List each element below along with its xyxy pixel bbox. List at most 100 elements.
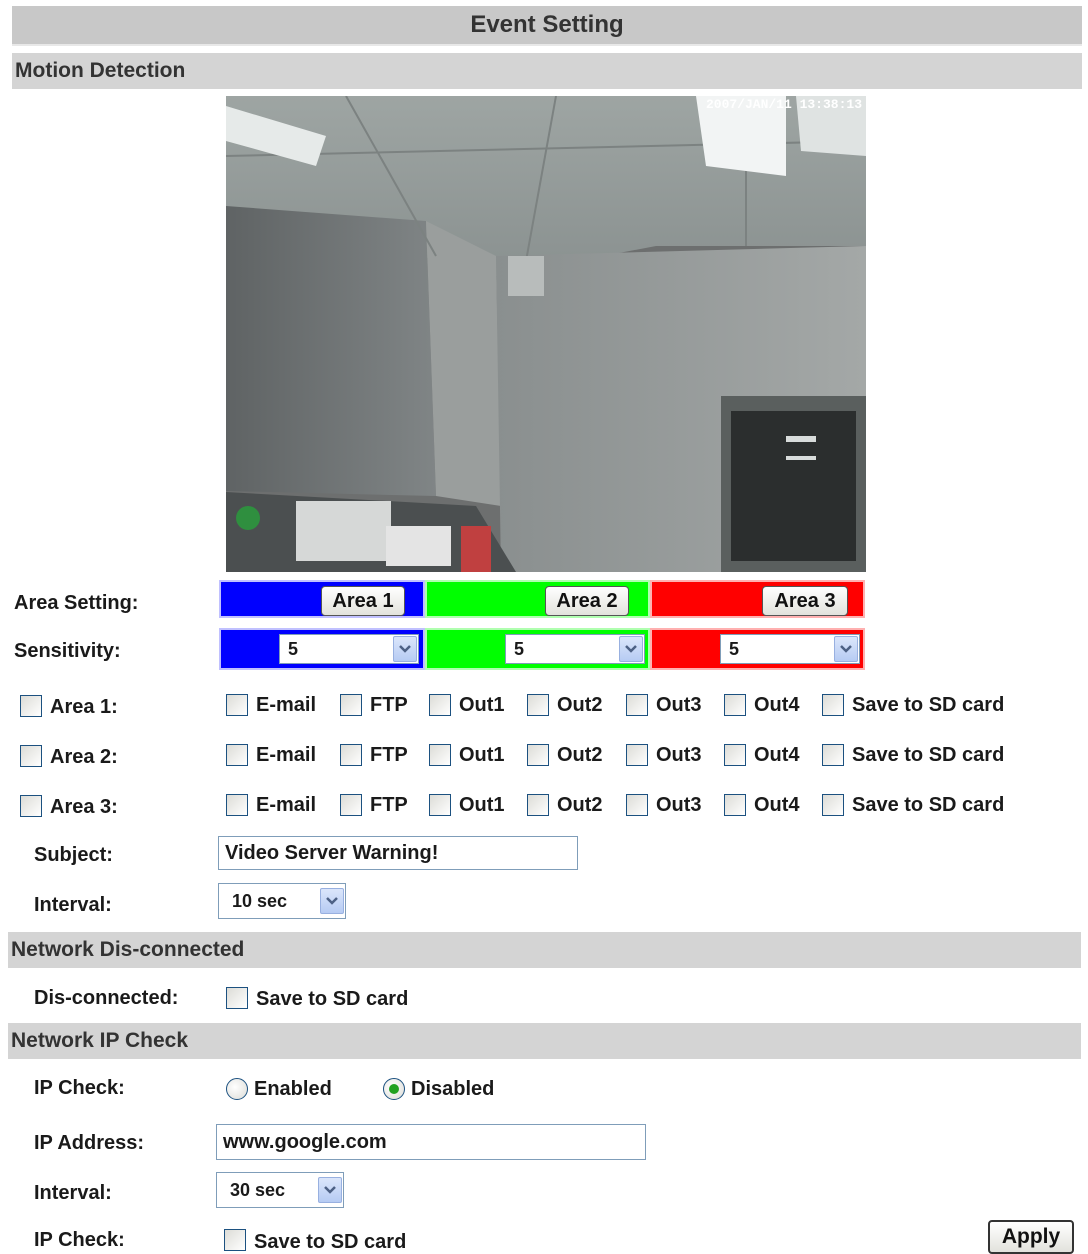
area-2-sd-card-label: Save to SD card: [852, 744, 1005, 766]
area-3-out3-label: Out3: [656, 794, 702, 816]
ip-check-disabled-radio[interactable]: [383, 1078, 405, 1100]
ip-check-sd-card-label: Save to SD card: [254, 1231, 407, 1253]
area-2-out3-label: Out3: [656, 744, 702, 766]
area-3-email-label: E-mail: [256, 794, 317, 816]
area-2-out2-label: Out2: [557, 744, 603, 766]
camera-preview: 2007/JAN/11 13:38:13: [226, 96, 866, 572]
area-3-out4-label: Out4: [754, 794, 800, 816]
area-1-out4-label: Out4: [754, 694, 800, 716]
chevron-down-icon[interactable]: [318, 1177, 342, 1203]
area-3-sensitivity-value: 5: [729, 639, 740, 659]
area-3-setting-cell: Area 3: [650, 580, 865, 618]
area-1-setting-cell: Area 1: [219, 580, 425, 618]
area-3-sd-card-checkbox[interactable]: [822, 794, 844, 816]
motion-interval-value: 10 sec: [232, 891, 288, 911]
area-2-row-label: Area 2:: [50, 746, 118, 768]
chevron-down-icon[interactable]: [393, 636, 417, 662]
area-1-enable-checkbox[interactable]: [20, 695, 42, 717]
ip-interval-select[interactable]: 30 sec: [216, 1172, 344, 1208]
area-2-out4-checkbox[interactable]: [724, 744, 746, 766]
area-3-email-checkbox[interactable]: [226, 794, 248, 816]
area-2-out3-checkbox[interactable]: [626, 744, 648, 766]
area-1-sensitivity-value: 5: [288, 639, 299, 659]
area-1-sd-card-checkbox[interactable]: [822, 694, 844, 716]
section-motion-detection: Motion Detection: [12, 53, 1082, 89]
area-3-sensitivity-select[interactable]: 5: [720, 634, 860, 664]
area-3-out3-checkbox[interactable]: [626, 794, 648, 816]
chevron-down-icon[interactable]: [834, 636, 858, 662]
area-2-out1-checkbox[interactable]: [429, 744, 451, 766]
disconnected-sd-card-checkbox[interactable]: [226, 987, 248, 1009]
page-title: Event Setting: [12, 6, 1082, 46]
area-2-sd-card-checkbox[interactable]: [822, 744, 844, 766]
area-1-button[interactable]: Area 1: [321, 586, 405, 616]
area-1-row-label: Area 1:: [50, 696, 118, 718]
area-2-button[interactable]: Area 2: [545, 586, 629, 616]
camera-timestamp: 2007/JAN/11 13:38:13: [706, 97, 862, 112]
subject-input[interactable]: Video Server Warning!: [218, 836, 578, 870]
area-3-ftp-checkbox[interactable]: [340, 794, 362, 816]
area-1-email-checkbox[interactable]: [226, 694, 248, 716]
motion-interval-select[interactable]: 10 sec: [218, 883, 346, 919]
ip-interval-label: Interval:: [34, 1182, 112, 1204]
area-2-sensitivity-select[interactable]: 5: [505, 634, 645, 664]
area-3-sd-card-label: Save to SD card: [852, 794, 1005, 816]
area-2-out2-checkbox[interactable]: [527, 744, 549, 766]
ip-check-label: IP Check:: [34, 1077, 125, 1099]
area-2-sensitivity-value: 5: [514, 639, 525, 659]
chevron-down-icon[interactable]: [619, 636, 643, 662]
ip-interval-value: 30 sec: [230, 1180, 286, 1200]
area-3-sensitivity-cell: 5: [650, 628, 865, 670]
area-2-email-checkbox[interactable]: [226, 744, 248, 766]
ip-address-input[interactable]: www.google.com: [216, 1124, 646, 1160]
disconnected-sd-card-label: Save to SD card: [256, 988, 409, 1010]
area-2-out1-label: Out1: [459, 744, 505, 766]
area-1-ftp-checkbox[interactable]: [340, 694, 362, 716]
area-3-ftp-label: FTP: [370, 794, 408, 816]
area-1-out3-label: Out3: [656, 694, 702, 716]
ip-check-enabled-radio[interactable]: [226, 1078, 248, 1100]
ip-check-enabled-label: Enabled: [254, 1078, 332, 1100]
camera-scene-image: 2007/JAN/11 13:38:13: [226, 96, 866, 572]
area-3-enable-checkbox[interactable]: [20, 795, 42, 817]
area-1-sd-card-label: Save to SD card: [852, 694, 1005, 716]
area-1-email-label: E-mail: [256, 694, 317, 716]
area-1-ftp-label: FTP: [370, 694, 408, 716]
area-2-ftp-label: FTP: [370, 744, 408, 766]
ip-check-disabled-label: Disabled: [411, 1078, 495, 1100]
area-2-out4-label: Out4: [754, 744, 800, 766]
ip-check-sd-card-checkbox[interactable]: [224, 1229, 246, 1251]
section-network-disconnected: Network Dis-connected: [8, 932, 1081, 968]
area-setting-label: Area Setting:: [14, 592, 139, 614]
area-2-sensitivity-cell: 5: [425, 628, 650, 670]
section-network-ip-check: Network IP Check: [8, 1023, 1081, 1059]
area-2-email-label: E-mail: [256, 744, 317, 766]
area-1-out1-label: Out1: [459, 694, 505, 716]
motion-interval-label: Interval:: [34, 894, 112, 916]
area-1-sensitivity-select[interactable]: 5: [279, 634, 419, 664]
area-1-out2-checkbox[interactable]: [527, 694, 549, 716]
area-3-out1-label: Out1: [459, 794, 505, 816]
area-3-out2-label: Out2: [557, 794, 603, 816]
area-3-out4-checkbox[interactable]: [724, 794, 746, 816]
area-3-button[interactable]: Area 3: [762, 586, 848, 616]
area-2-ftp-checkbox[interactable]: [340, 744, 362, 766]
area-2-enable-checkbox[interactable]: [20, 745, 42, 767]
area-1-sensitivity-cell: 5: [219, 628, 425, 670]
disconnected-label: Dis-connected:: [34, 987, 179, 1009]
area-1-out3-checkbox[interactable]: [626, 694, 648, 716]
subject-label: Subject:: [34, 844, 113, 866]
area-1-out4-checkbox[interactable]: [724, 694, 746, 716]
area-1-out1-checkbox[interactable]: [429, 694, 451, 716]
area-1-out2-label: Out2: [557, 694, 603, 716]
area-3-out2-checkbox[interactable]: [527, 794, 549, 816]
apply-button[interactable]: Apply: [988, 1220, 1074, 1254]
chevron-down-icon[interactable]: [320, 888, 344, 914]
ip-address-label: IP Address:: [34, 1132, 145, 1154]
area-3-out1-checkbox[interactable]: [429, 794, 451, 816]
sensitivity-label: Sensitivity:: [14, 640, 121, 662]
area-3-row-label: Area 3:: [50, 796, 118, 818]
area-2-setting-cell: Area 2: [425, 580, 650, 618]
ip-check-save-label: IP Check:: [34, 1229, 125, 1251]
radio-selected-dot: [389, 1084, 399, 1094]
